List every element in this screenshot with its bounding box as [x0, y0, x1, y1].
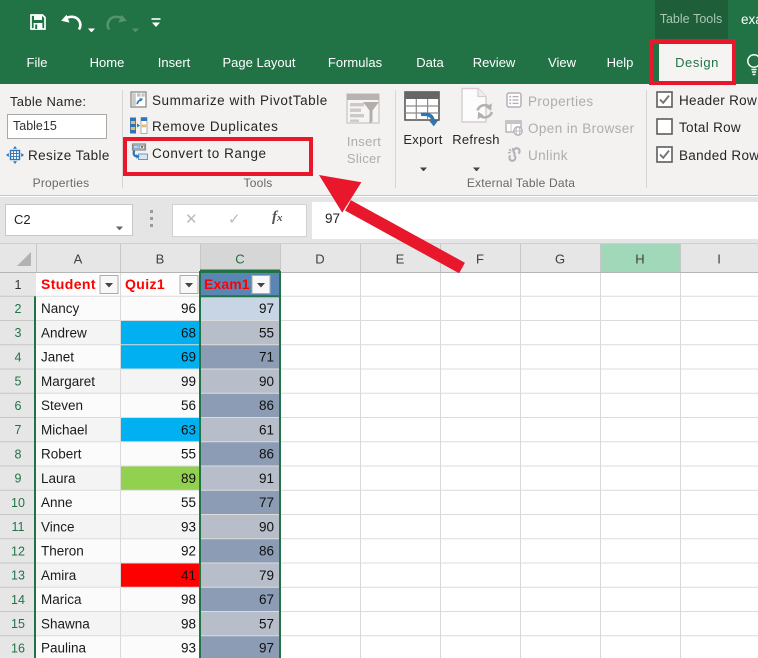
svg-text:F: F — [476, 252, 484, 267]
svg-text:91: 91 — [259, 471, 274, 486]
svg-text:57: 57 — [259, 616, 274, 631]
svg-text:G: G — [555, 252, 565, 267]
svg-text:55: 55 — [181, 495, 196, 510]
svg-text:97: 97 — [259, 301, 274, 316]
svg-text:Vince: Vince — [41, 519, 75, 534]
svg-text:Laura: Laura — [41, 471, 76, 486]
svg-text:14: 14 — [11, 593, 25, 607]
svg-text:61: 61 — [259, 422, 274, 437]
svg-text:89: 89 — [181, 471, 196, 486]
svg-text:10: 10 — [11, 496, 25, 510]
svg-text:16: 16 — [11, 641, 25, 655]
svg-text:B: B — [156, 252, 165, 267]
svg-text:Theron: Theron — [41, 544, 84, 559]
svg-text:3: 3 — [15, 326, 22, 340]
svg-text:4: 4 — [15, 350, 22, 364]
svg-text:5: 5 — [15, 375, 22, 389]
svg-text:H: H — [635, 252, 644, 267]
svg-text:Michael: Michael — [41, 422, 88, 437]
svg-text:97: 97 — [259, 641, 274, 656]
svg-text:D: D — [315, 252, 324, 267]
svg-text:9: 9 — [15, 472, 22, 486]
svg-text:68: 68 — [181, 325, 196, 340]
svg-text:93: 93 — [181, 519, 196, 534]
svg-text:67: 67 — [259, 592, 274, 607]
svg-text:77: 77 — [259, 495, 274, 510]
svg-text:Steven: Steven — [41, 398, 83, 413]
svg-text:13: 13 — [11, 569, 25, 583]
svg-text:7: 7 — [15, 423, 22, 437]
svg-text:Shawna: Shawna — [41, 616, 90, 631]
svg-text:69: 69 — [181, 350, 196, 365]
svg-text:96: 96 — [181, 301, 196, 316]
svg-text:6: 6 — [15, 399, 22, 413]
svg-text:Amira: Amira — [41, 568, 77, 583]
svg-text:Andrew: Andrew — [41, 325, 87, 340]
svg-text:Robert: Robert — [41, 447, 82, 462]
svg-text:E: E — [396, 252, 405, 267]
svg-text:86: 86 — [259, 398, 274, 413]
svg-text:12: 12 — [11, 544, 25, 558]
svg-text:41: 41 — [181, 568, 196, 583]
svg-text:Janet: Janet — [41, 350, 74, 365]
svg-text:63: 63 — [181, 422, 196, 437]
svg-text:Quiz1: Quiz1 — [125, 276, 165, 292]
svg-text:55: 55 — [181, 447, 196, 462]
svg-text:I: I — [717, 252, 721, 267]
svg-text:71: 71 — [259, 350, 274, 365]
svg-text:93: 93 — [181, 641, 196, 656]
svg-text:55: 55 — [259, 325, 274, 340]
svg-text:92: 92 — [181, 544, 196, 559]
svg-text:A: A — [74, 252, 83, 267]
svg-text:79: 79 — [259, 568, 274, 583]
svg-text:99: 99 — [181, 374, 196, 389]
svg-text:8: 8 — [15, 447, 22, 461]
svg-text:Student: Student — [41, 276, 96, 292]
svg-text:56: 56 — [181, 398, 196, 413]
svg-text:Anne: Anne — [41, 495, 73, 510]
svg-text:Marica: Marica — [41, 592, 82, 607]
svg-text:86: 86 — [259, 544, 274, 559]
svg-text:Nancy: Nancy — [41, 301, 80, 316]
svg-text:Paulina: Paulina — [41, 641, 87, 656]
svg-text:11: 11 — [12, 520, 25, 534]
svg-text:Exam1: Exam1 — [204, 276, 250, 292]
svg-text:86: 86 — [259, 447, 274, 462]
svg-text:2: 2 — [15, 302, 22, 316]
svg-text:Margaret: Margaret — [41, 374, 95, 389]
svg-text:15: 15 — [11, 617, 25, 631]
svg-text:98: 98 — [181, 592, 196, 607]
svg-text:98: 98 — [181, 616, 196, 631]
svg-text:C: C — [235, 252, 244, 267]
svg-text:90: 90 — [259, 374, 274, 389]
svg-text:1: 1 — [15, 278, 22, 292]
svg-text:90: 90 — [259, 519, 274, 534]
